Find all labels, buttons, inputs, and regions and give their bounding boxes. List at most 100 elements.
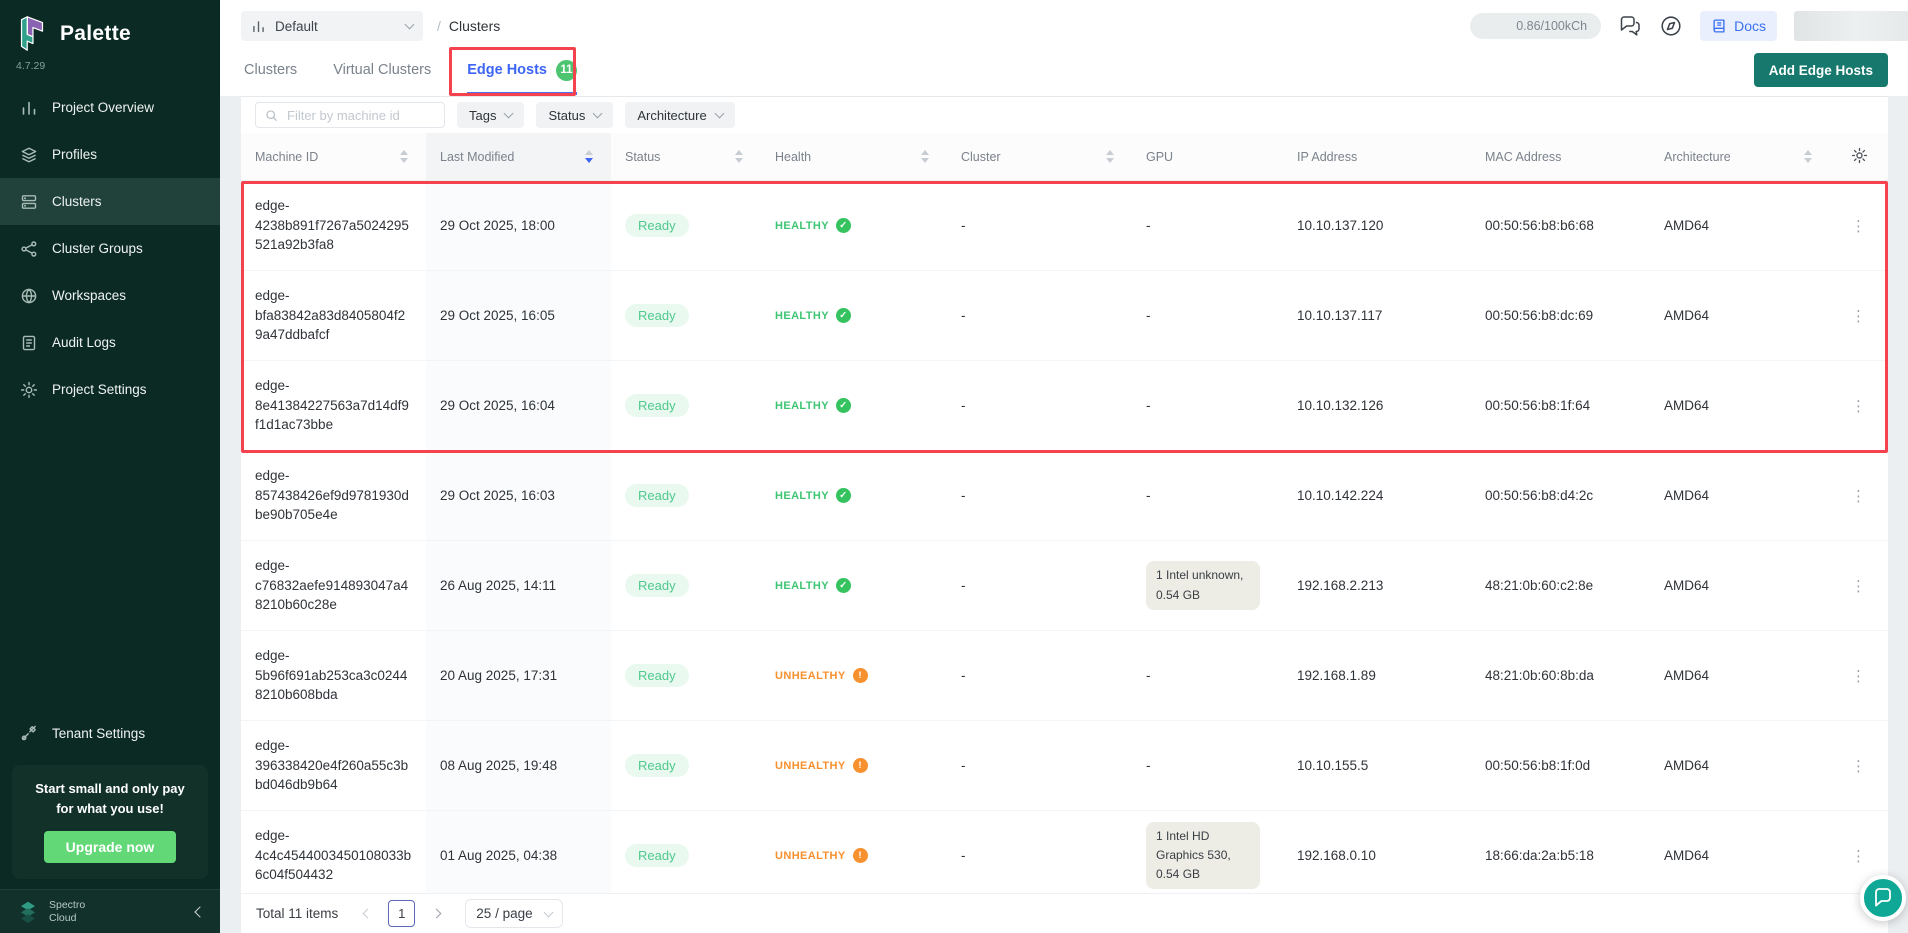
sidebar-item-cluster-groups[interactable]: Cluster Groups (0, 225, 220, 272)
machine-id-search[interactable] (255, 102, 445, 128)
live-chat-button[interactable] (1860, 875, 1906, 921)
cell-cluster: - (947, 811, 1132, 893)
cell-architecture: AMD64 (1650, 361, 1830, 450)
cell-health: HEALTHY ✓ (761, 181, 947, 270)
health-badge: UNHEALTHY! (775, 758, 868, 773)
health-label: HEALTHY (775, 400, 829, 412)
column-label: Machine ID (255, 150, 318, 164)
health-label: HEALTHY (775, 310, 829, 322)
row-actions-menu[interactable]: ⋮ (1830, 721, 1888, 810)
row-actions-menu[interactable]: ⋮ (1830, 541, 1888, 630)
brand-name: Palette (60, 22, 131, 46)
row-actions-menu[interactable]: ⋮ (1830, 631, 1888, 720)
column-header-gpu: GPU (1132, 133, 1283, 180)
version-label: 4.7.29 (0, 56, 220, 80)
sidebar-item-label: Project Overview (52, 100, 154, 115)
sidebar-item-profiles[interactable]: Profiles (0, 131, 220, 178)
cell-machine-id: edge-bfa83842a83d8405804f29a47ddbafcf (241, 271, 426, 360)
add-edge-hosts-button[interactable]: Add Edge Hosts (1754, 53, 1888, 87)
edge-hosts-count-badge: 11 (556, 60, 577, 81)
project-scope-value: Default (275, 19, 318, 34)
gpu-badge: 1 Intel unknown, 0.54 GB (1146, 561, 1260, 609)
column-header-machine-id[interactable]: Machine ID (241, 133, 426, 180)
page-number-button[interactable]: 1 (388, 900, 415, 927)
table-row: edge-8e41384227563a7d14df9f1d1ac73bbe29 … (241, 361, 1888, 451)
chat-icon[interactable] (1618, 15, 1642, 37)
table-row: edge-4c4c4544003450108033b6c04f50443201 … (241, 811, 1888, 893)
cell-architecture: AMD64 (1650, 631, 1830, 720)
health-label: HEALTHY (775, 580, 829, 592)
row-actions-menu[interactable]: ⋮ (1830, 361, 1888, 450)
check-circle-icon: ✓ (836, 218, 851, 233)
row-actions-menu[interactable]: ⋮ (1830, 451, 1888, 540)
cell-health: HEALTHY✓ (761, 451, 947, 540)
column-header-architecture[interactable]: Architecture (1650, 133, 1830, 180)
sort-carets-icon (585, 150, 593, 163)
tags-filter-dropdown[interactable]: Tags (457, 102, 524, 128)
sidebar-item-project-settings[interactable]: Project Settings (0, 366, 220, 413)
health-label: UNHEALTHY (775, 760, 846, 772)
row-actions-menu[interactable]: ⋮ (1830, 271, 1888, 360)
help-compass-icon[interactable] (1659, 15, 1683, 37)
status-filter-dropdown[interactable]: Status (536, 102, 613, 128)
column-label: Health (775, 150, 811, 164)
cell-ip-address: 192.168.1.89 (1283, 631, 1471, 720)
breadcrumb-current[interactable]: Clusters (449, 18, 500, 34)
exclamation-circle-icon: ! (853, 758, 868, 773)
project-scope-select[interactable]: Default (241, 11, 423, 41)
cell-ip-address: 10.10.155.5 (1283, 721, 1471, 810)
sidebar-item-project-overview[interactable]: Project Overview (0, 84, 220, 131)
collapse-sidebar-icon[interactable] (194, 906, 205, 917)
column-settings-button[interactable] (1830, 133, 1888, 180)
architecture-filter-dropdown[interactable]: Architecture (625, 102, 734, 128)
gear-icon (20, 381, 38, 399)
previous-page-button[interactable] (356, 903, 378, 925)
table-row: edge-396338420e4f260a55c3bbd046db9b6408 … (241, 721, 1888, 811)
audit-logs-icon (20, 334, 38, 352)
cell-health: HEALTHY✓ (761, 271, 947, 360)
column-header-cluster[interactable]: Cluster (947, 133, 1132, 180)
cell-cluster: - (947, 631, 1132, 720)
cell-gpu: - (1132, 631, 1283, 720)
sidebar-item-workspaces[interactable]: Workspaces (0, 272, 220, 319)
chevron-down-icon (504, 109, 514, 119)
sidebar-item-label: Project Settings (52, 382, 147, 397)
user-account-redacted[interactable] (1794, 11, 1908, 41)
column-header-last-modified[interactable]: Last Modified (426, 133, 611, 180)
column-header-health[interactable]: Health (761, 133, 947, 180)
cell-ip-address: 192.168.2.213 (1283, 541, 1471, 630)
tab-virtual-clusters[interactable]: Virtual Clusters (333, 44, 431, 96)
cell-mac-address: 48:21:0b:60:8b:da (1471, 631, 1650, 720)
status-badge: Ready (625, 214, 689, 237)
cell-cluster: - (947, 361, 1132, 450)
row-actions-menu[interactable]: ⋮ (1830, 181, 1888, 270)
machine-id-text: edge-396338420e4f260a55c3bbd046db9b64 (255, 736, 412, 795)
cell-last-modified: 29 Oct 2025, 18:00 (426, 181, 611, 270)
column-header-status[interactable]: Status (611, 133, 761, 180)
page-size-select[interactable]: 25 / page (465, 899, 562, 928)
health-label: HEALTHY (775, 220, 829, 232)
spectro-cloud-logo-icon (16, 901, 40, 923)
sidebar-item-tenant-settings[interactable]: Tenant Settings (0, 710, 220, 757)
cell-status: Ready (611, 541, 761, 630)
content-area: Tags Status Architecture Machine ID Last … (220, 96, 1908, 933)
machine-id-text: edge-857438426ef9d9781930dbe90b705e4e (255, 466, 412, 525)
sidebar-item-audit-logs[interactable]: Audit Logs (0, 319, 220, 366)
topbar-actions: 0.86/100kCh Docs (1470, 11, 1908, 41)
chevron-down-icon (405, 20, 415, 30)
cell-health: HEALTHY✓ (761, 541, 947, 630)
tab-clusters[interactable]: Clusters (244, 44, 297, 96)
cell-status: Ready (611, 631, 761, 720)
next-page-button[interactable] (425, 903, 447, 925)
cell-gpu: - (1132, 451, 1283, 540)
machine-id-text: edge-c76832aefe914893047a48210b60c28e (255, 556, 412, 615)
upgrade-now-button[interactable]: Upgrade now (44, 831, 177, 863)
cell-gpu: 1 Intel unknown, 0.54 GB (1132, 541, 1283, 630)
docs-button[interactable]: Docs (1700, 11, 1777, 41)
status-badge: Ready (625, 574, 689, 597)
tab-edge-hosts[interactable]: Edge Hosts 11 (467, 44, 577, 96)
cell-gpu: 1 Intel HD Graphics 530, 0.54 GB (1132, 811, 1283, 893)
search-input[interactable] (285, 107, 435, 124)
sidebar-item-clusters[interactable]: Clusters (0, 178, 220, 225)
sort-carets-icon (400, 150, 408, 163)
